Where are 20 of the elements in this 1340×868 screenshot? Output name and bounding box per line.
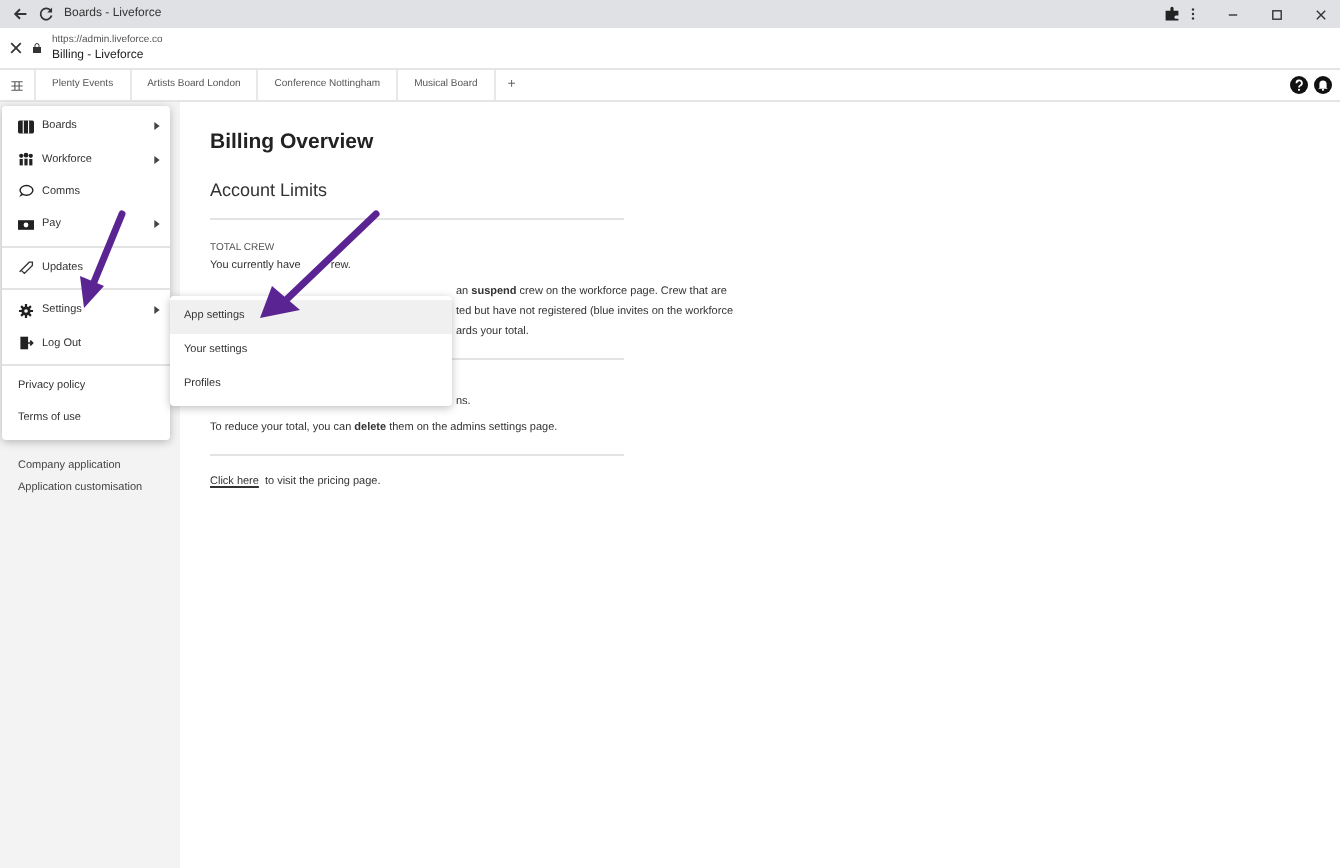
puzzle-icon[interactable] bbox=[1164, 6, 1180, 22]
lock-icon bbox=[32, 42, 42, 54]
people-icon bbox=[18, 152, 34, 167]
logout-icon bbox=[18, 336, 34, 351]
annotation-arrow bbox=[80, 210, 126, 308]
chat-icon bbox=[18, 184, 34, 199]
grid-icon[interactable] bbox=[10, 79, 24, 91]
board-icon bbox=[18, 119, 34, 134]
help-icon[interactable] bbox=[1290, 76, 1308, 94]
more-icon[interactable] bbox=[1190, 6, 1196, 22]
page-heading: Billing Overview bbox=[210, 130, 374, 156]
reload-icon[interactable] bbox=[38, 6, 54, 22]
bell-icon[interactable] bbox=[1314, 76, 1332, 94]
maximize-icon[interactable] bbox=[1270, 7, 1284, 21]
section-heading: Account Limits bbox=[210, 180, 328, 202]
cash-icon bbox=[18, 217, 34, 232]
close-icon[interactable] bbox=[1314, 7, 1328, 21]
back-icon[interactable] bbox=[12, 6, 28, 22]
gear-icon bbox=[18, 303, 34, 318]
close-icon[interactable] bbox=[10, 42, 22, 54]
